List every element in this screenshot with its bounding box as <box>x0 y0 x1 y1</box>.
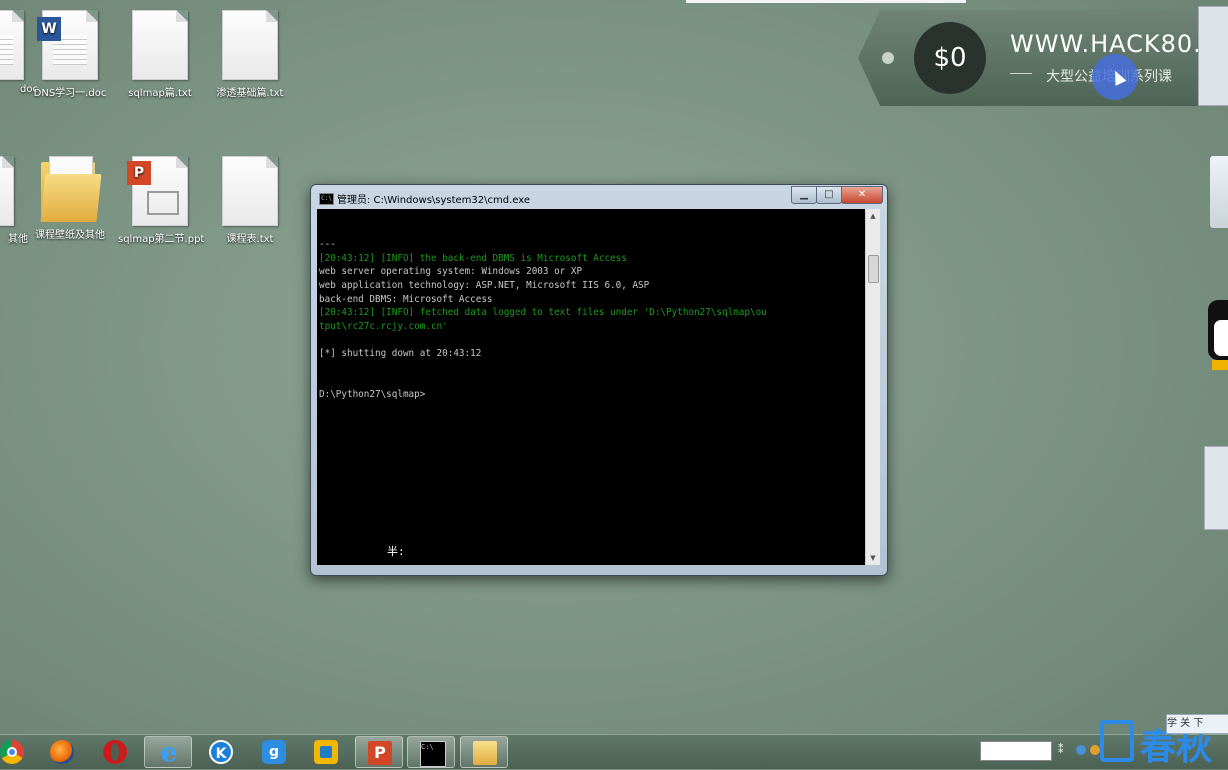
desktop-icon-label: 课程表.txt <box>226 234 274 245</box>
desktop-icon-sqlmap-ppt[interactable]: P sqlmap第二节.ppt <box>118 156 205 245</box>
network-app-icon: g <box>262 740 286 764</box>
desktop-icon-schedule-txt[interactable]: 课程表.txt <box>208 156 292 245</box>
price-coin: $0 <box>914 22 986 94</box>
desktop-icon-dns-doc[interactable]: W DNS学习一.doc <box>28 10 112 99</box>
taskbar-toolbox[interactable] <box>302 736 350 768</box>
desktop-icon-label: 渗透基础篇.txt <box>216 88 284 99</box>
taskbar-cmd[interactable]: C:\ <box>407 736 455 768</box>
text-file-icon <box>132 10 188 80</box>
console-line: tput\rc27c.rcjy.com.cn' <box>319 320 448 332</box>
console-line: [*] shutting down at 20:43:12 <box>319 347 482 359</box>
powerpoint-file-icon: P <box>127 156 188 226</box>
taskbar-firefox[interactable] <box>38 736 86 768</box>
ppt-badge: P <box>127 161 151 185</box>
desktop-icon-label: sqlmap篇.txt <box>128 88 192 99</box>
taskbar: e K g P C:\ ⁑ <box>0 734 1228 769</box>
scroll-down-arrow[interactable]: ▼ <box>866 551 880 565</box>
badge-divider <box>1010 73 1032 74</box>
console-line: [20:43:12] [INFO] fetched data logged to… <box>319 307 767 319</box>
word-document-icon: W <box>37 10 98 80</box>
taskbar-chrome[interactable] <box>0 736 36 768</box>
console-line: --- <box>319 239 336 251</box>
console-line: D:\Python27\sqlmap> <box>319 388 426 400</box>
desktop-icon-label: 其他 <box>8 234 28 245</box>
qq-penguin-icon[interactable] <box>1208 300 1228 380</box>
taskbar-kugou[interactable]: K <box>197 736 245 768</box>
desktop-icon-label: 课程壁纸及其他 <box>35 230 105 241</box>
desktop-icon-pentest-txt[interactable]: 渗透基础篇.txt <box>208 10 292 99</box>
taskbar-opera[interactable] <box>91 736 139 768</box>
tray-menu-icon[interactable]: ⁑ <box>1058 743 1064 756</box>
hack80-price-badge: $0 WWW.HACK80.C 大型公益培训系列课 <box>858 10 1228 106</box>
scroll-thumb[interactable] <box>868 255 879 283</box>
cmd-icon: C:\ <box>420 741 446 767</box>
desktop-icon-label: sqlmap第二节.ppt <box>118 234 205 245</box>
chrome-icon <box>0 740 24 764</box>
firefox-icon <box>50 740 74 764</box>
taskbar-explorer[interactable] <box>460 736 508 768</box>
opera-icon <box>103 740 127 764</box>
console-line: web application technology: ASP.NET, Mic… <box>319 279 650 291</box>
ime-mode-indicator: 半: <box>387 545 405 559</box>
recycle-bin-icon[interactable] <box>1210 156 1228 228</box>
desktop-edge-widget[interactable] <box>1204 446 1228 530</box>
powerpoint-icon: P <box>368 741 392 765</box>
cmd-icon[interactable]: C:\ <box>319 193 334 205</box>
desktop-icon-wallpaper-folder[interactable]: 课程壁纸及其他 <box>28 156 112 241</box>
console-line: back-end DBMS: Microsoft Access <box>319 293 493 305</box>
text-file-icon <box>222 10 278 80</box>
window-title: 管理员: C:\Windows\system32\cmd.exe <box>337 195 531 206</box>
taskbar-ie[interactable]: e <box>144 736 192 768</box>
minimize-button[interactable]: ▁ <box>791 186 817 204</box>
toolbox-icon <box>314 740 338 764</box>
text-file-icon <box>222 156 278 226</box>
word-document-icon <box>0 10 24 80</box>
console-line: web server operating system: Windows 200… <box>319 266 583 278</box>
text-file-icon <box>0 156 14 226</box>
cmd-titlebar[interactable]: C:\ 管理员: C:\Windows\system32\cmd.exe ▁ □… <box>311 185 887 209</box>
console-output[interactable]: --- [20:43:12] [INFO] the back-end DBMS i… <box>317 209 865 565</box>
desktop-icon-label: DNS学习一.doc <box>33 88 107 99</box>
kugou-icon: K <box>209 740 233 764</box>
desktop-icon-other[interactable]: 其他 <box>0 156 28 245</box>
folder-icon <box>40 156 102 222</box>
desktop-icon-sqlmap-txt[interactable]: sqlmap篇.txt <box>118 10 202 99</box>
folder-icon <box>473 741 497 765</box>
tray-icon-1[interactable] <box>1076 745 1086 755</box>
badge-hole <box>882 52 894 64</box>
desktop-edge-icon-box[interactable] <box>1198 6 1228 106</box>
watermark-logo-icon <box>1100 720 1134 762</box>
close-button[interactable]: ✕ <box>841 186 883 204</box>
taskbar-powerpoint[interactable]: P <box>355 736 403 768</box>
ichunqiu-watermark: 春秋 学 关 下 <box>1100 712 1228 768</box>
console-line: [20:43:12] [INFO] the back-end DBMS is M… <box>319 252 627 264</box>
top-window-edge <box>686 0 966 3</box>
cmd-window[interactable]: C:\ 管理员: C:\Windows\system32\cmd.exe ▁ □… <box>310 184 888 576</box>
word-badge: W <box>37 17 61 41</box>
vertical-scrollbar[interactable]: ▲ ▼ <box>865 209 880 565</box>
notification-tab[interactable]: 学 关 下 <box>1166 714 1228 734</box>
tray-input-box[interactable] <box>980 741 1052 761</box>
internet-explorer-icon: e <box>160 738 178 768</box>
scroll-up-arrow[interactable]: ▲ <box>866 209 880 223</box>
maximize-button[interactable]: □ <box>816 186 842 204</box>
tray-icon-2[interactable] <box>1090 745 1100 755</box>
taskbar-network-app[interactable]: g <box>250 736 298 768</box>
